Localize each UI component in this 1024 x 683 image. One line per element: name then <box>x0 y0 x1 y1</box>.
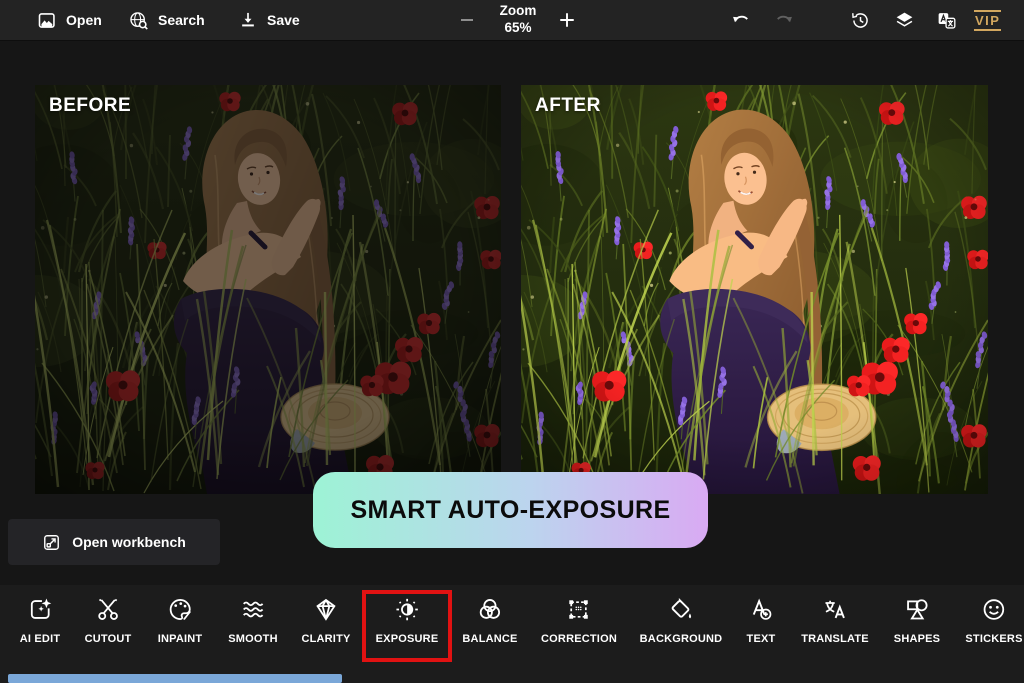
tool-inpaint[interactable]: INPAINT <box>158 595 203 645</box>
toolbar-horizontal-scrollbar[interactable] <box>8 674 342 683</box>
undo-button[interactable] <box>730 0 753 40</box>
after-image: AFTER <box>521 85 988 494</box>
tool-label: CLARITY <box>301 633 351 645</box>
inpaint-palette-icon <box>167 595 194 623</box>
search-globe-icon <box>128 10 149 31</box>
tool-label: INPAINT <box>157 633 203 645</box>
tool-label: SHAPES <box>893 633 941 645</box>
app-window: Open Search Save Zoom 65% VIP BEFORE AFT… <box>0 0 1024 683</box>
layers-icon <box>894 10 915 31</box>
top-toolbar: Open Search Save Zoom 65% VIP <box>0 0 1024 41</box>
tool-label: CUTOUT <box>84 633 132 645</box>
save-download-icon <box>238 10 258 30</box>
after-label: AFTER <box>535 95 601 116</box>
zoom-in-button[interactable] <box>552 0 582 40</box>
smart-auto-exposure-banner: SMART AUTO-EXPOSURE <box>313 472 708 548</box>
save-button[interactable]: Save <box>238 0 300 40</box>
stickers-smiley-icon <box>981 595 1008 623</box>
shapes-icon <box>904 595 931 623</box>
open-label: Open <box>66 12 102 28</box>
search-label: Search <box>158 12 205 28</box>
expand-icon <box>42 533 61 552</box>
clarity-gem-icon <box>312 595 339 623</box>
history-button[interactable] <box>850 0 871 40</box>
tool-label: TRANSLATE <box>801 633 869 645</box>
vip-button[interactable]: VIP <box>974 0 1002 40</box>
bottom-toolbar: AI EDIT CUTOUT INPAINT SMOOTH CLARITY EX… <box>0 585 1024 683</box>
tool-label: BALANCE <box>462 633 518 645</box>
before-label: BEFORE <box>49 95 132 116</box>
translate-cards-icon <box>936 10 957 31</box>
exposure-highlight-box <box>362 590 452 662</box>
zoom-label: Zoom <box>499 3 537 18</box>
redo-button[interactable] <box>772 0 795 40</box>
tool-label: CORRECTION <box>541 633 617 645</box>
before-image: BEFORE <box>35 85 501 494</box>
search-button[interactable]: Search <box>128 0 205 40</box>
zoom-indicator: Zoom 65% <box>488 2 548 36</box>
zoom-value: 65% <box>504 20 532 35</box>
redo-icon <box>772 9 795 32</box>
correction-frame-icon <box>565 595 592 623</box>
balance-circles-icon <box>477 595 504 623</box>
tool-label: TEXT <box>746 633 776 645</box>
tool-cutout[interactable]: CUTOUT <box>85 595 132 645</box>
open-button[interactable]: Open <box>36 0 102 40</box>
workbench-label: Open workbench <box>72 534 186 550</box>
open-workbench-button[interactable]: Open workbench <box>8 519 220 565</box>
tool-smooth[interactable]: SMOOTH <box>228 595 278 645</box>
tool-clarity[interactable]: CLARITY <box>301 595 350 645</box>
open-image-icon <box>36 10 57 31</box>
tool-shapes[interactable]: SHAPES <box>894 595 940 645</box>
ai-edit-icon <box>26 595 53 623</box>
tool-label: BACKGROUND <box>639 633 723 645</box>
tool-text[interactable]: TEXT <box>747 595 776 645</box>
save-label: Save <box>267 12 300 28</box>
background-fill-icon <box>667 595 694 623</box>
vip-badge: VIP <box>974 9 1002 31</box>
cutout-scissors-icon <box>94 595 121 623</box>
translate-top-button[interactable] <box>936 0 957 40</box>
banner-text: SMART AUTO-EXPOSURE <box>350 495 671 524</box>
smooth-waves-icon <box>239 595 267 623</box>
tool-label: AI EDIT <box>19 633 61 645</box>
tool-ai-edit[interactable]: AI EDIT <box>20 595 61 645</box>
layers-button[interactable] <box>894 0 915 40</box>
tool-label: SMOOTH <box>228 633 278 645</box>
tool-stickers[interactable]: STICKERS <box>965 595 1022 645</box>
undo-icon <box>730 9 753 32</box>
history-clock-icon <box>850 10 871 31</box>
tool-background[interactable]: BACKGROUND <box>640 595 723 645</box>
zoom-out-button[interactable] <box>452 0 482 40</box>
tool-label: STICKERS <box>965 633 1023 645</box>
translate-lang-icon <box>822 595 849 623</box>
text-add-icon <box>747 595 774 623</box>
tool-balance[interactable]: BALANCE <box>462 595 517 645</box>
tool-correction[interactable]: CORRECTION <box>541 595 617 645</box>
tool-translate[interactable]: TRANSLATE <box>801 595 869 645</box>
